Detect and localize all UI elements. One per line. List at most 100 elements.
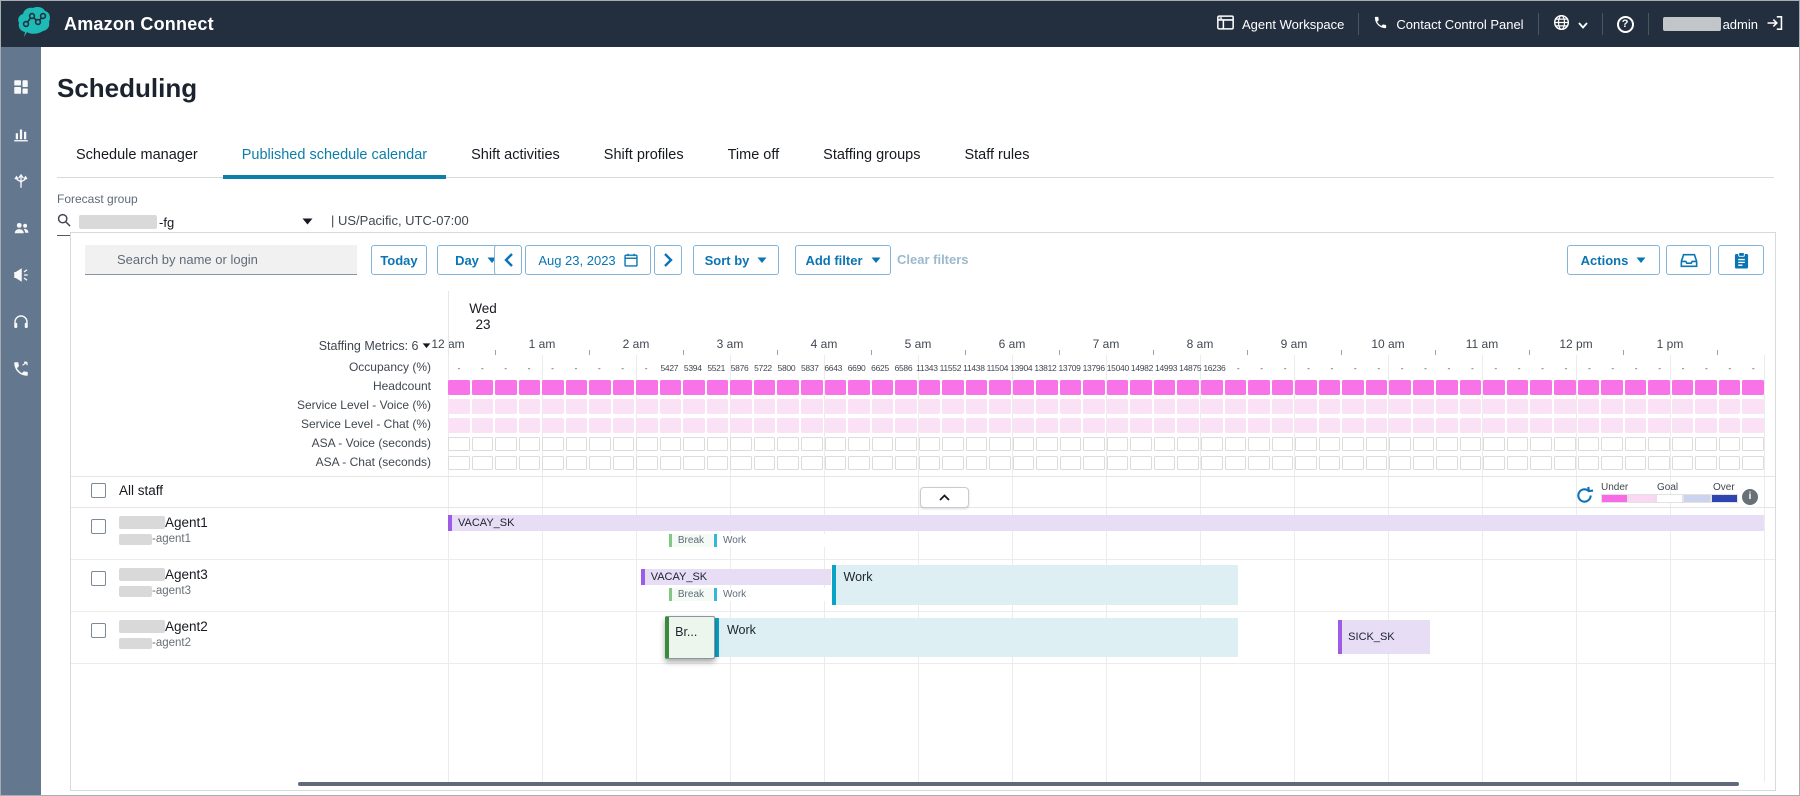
- headset-icon[interactable]: [11, 312, 31, 332]
- metric-cell: [1154, 399, 1176, 414]
- metric-cell: [989, 399, 1011, 414]
- tab-shift-activities[interactable]: Shift activities: [452, 147, 579, 177]
- dashboard-icon[interactable]: [11, 77, 31, 97]
- metric-row: Headcount: [71, 378, 1775, 397]
- hour-label: 8 am: [1187, 337, 1214, 351]
- search-input[interactable]: [85, 245, 357, 275]
- prev-day-button[interactable]: [494, 245, 522, 275]
- schedule-bar-work-mini[interactable]: Work: [714, 534, 832, 547]
- metric-cell: 11552: [940, 361, 962, 376]
- metric-cell: [1130, 380, 1152, 395]
- refresh-icon[interactable]: [1575, 486, 1595, 506]
- user-menu[interactable]: admin: [1663, 15, 1783, 34]
- metric-cell: [1319, 418, 1341, 433]
- schedule-bar-timeoff[interactable]: VACAY_SK: [641, 569, 831, 585]
- schedule-bar-work[interactable]: Work: [715, 618, 1238, 657]
- schedule-bar-break-selected[interactable]: Br...: [665, 616, 715, 659]
- metric-label: Headcount: [71, 378, 431, 395]
- language-selector[interactable]: [1553, 14, 1588, 34]
- metric-cell: [519, 437, 541, 451]
- metric-cell: [966, 399, 988, 414]
- tab-staff-rules[interactable]: Staff rules: [945, 147, 1048, 177]
- metric-cell: [1177, 418, 1199, 433]
- chevron-down-icon: [1578, 17, 1588, 32]
- tab-schedule-manager[interactable]: Schedule manager: [57, 147, 217, 177]
- metric-cell: [1083, 380, 1105, 395]
- metric-cell: [613, 437, 635, 451]
- sort-by-button[interactable]: Sort by: [693, 245, 779, 275]
- tab-published-schedule-calendar[interactable]: Published schedule calendar: [223, 147, 446, 177]
- metric-cell: [472, 456, 494, 470]
- agent-name-block: Agent1-agent1: [119, 515, 208, 545]
- staffing-metrics-toggle[interactable]: Staffing Metrics: 6: [71, 339, 431, 353]
- metric-cells: [448, 437, 1764, 451]
- metric-cell: [848, 456, 870, 470]
- agent-checkbox[interactable]: [91, 571, 106, 586]
- tab-time-off[interactable]: Time off: [709, 147, 799, 177]
- metric-cell: [1554, 418, 1576, 433]
- metric-cell: [1672, 437, 1694, 451]
- agent-checkbox[interactable]: [91, 623, 106, 638]
- calls-icon[interactable]: [11, 359, 31, 379]
- metric-cell: 13904: [1010, 361, 1032, 376]
- schedule-bar-timeoff[interactable]: SICK_SK: [1338, 620, 1430, 654]
- metric-cell: [1625, 380, 1647, 395]
- contact-control-panel-link[interactable]: Contact Control Panel: [1373, 15, 1523, 33]
- staffing-metrics-rows: Occupancy (%)---------542753945521587657…: [71, 359, 1775, 473]
- agent-workspace-link[interactable]: Agent Workspace: [1217, 15, 1344, 33]
- logout-icon[interactable]: [1766, 15, 1783, 34]
- date-picker-button[interactable]: Aug 23, 2023: [525, 245, 651, 275]
- metric-cell: [730, 456, 752, 470]
- horizontal-scrollbar[interactable]: [298, 782, 1739, 786]
- copy-schedule-button[interactable]: [1718, 245, 1764, 275]
- metric-cell: [542, 418, 564, 433]
- help-button[interactable]: ?: [1617, 16, 1634, 33]
- schedule-bar-work[interactable]: Work: [832, 565, 1238, 605]
- metric-cell: [801, 456, 823, 470]
- redacted-login-prefix: [119, 534, 152, 545]
- schedule-bar-break-mini[interactable]: Break: [669, 588, 713, 601]
- routing-icon[interactable]: [11, 171, 31, 191]
- clipboard-icon: [1734, 252, 1749, 269]
- metric-cell: [448, 418, 470, 433]
- half-hour-tick: [965, 350, 966, 355]
- schedule-bar-work-mini[interactable]: Work: [714, 588, 832, 601]
- clear-filters-button[interactable]: Clear filters: [897, 252, 969, 267]
- chevron-left-icon: [504, 253, 513, 267]
- metric-cell: [1436, 380, 1458, 395]
- metric-cell: 16236: [1203, 361, 1225, 376]
- day-number: 23: [447, 317, 519, 333]
- all-staff-checkbox[interactable]: [91, 483, 106, 498]
- collapse-metrics-button[interactable]: [920, 487, 969, 508]
- legend-swatch: [1628, 494, 1655, 503]
- caret-down-icon: [757, 257, 767, 264]
- tab-staffing-groups[interactable]: Staffing groups: [804, 147, 939, 177]
- actions-button[interactable]: Actions: [1567, 245, 1660, 275]
- metric-cell: [730, 418, 752, 433]
- info-icon[interactable]: i: [1742, 489, 1758, 505]
- staffing-legend: [1601, 494, 1738, 503]
- next-day-button[interactable]: [654, 245, 682, 275]
- announcements-icon[interactable]: [11, 265, 31, 285]
- metric-cell: -: [1602, 361, 1623, 376]
- metric-cell: [707, 380, 729, 395]
- users-icon[interactable]: [11, 218, 31, 238]
- schedule-bar-label: VACAY_SK: [645, 571, 707, 583]
- today-button[interactable]: Today: [371, 245, 427, 275]
- add-filter-button[interactable]: Add filter: [795, 245, 891, 275]
- schedule-bar-timeoff[interactable]: VACAY_SK: [448, 515, 1764, 531]
- agent-checkbox[interactable]: [91, 519, 106, 534]
- metric-cell: [1578, 418, 1600, 433]
- schedule-bar-break-mini[interactable]: Break: [669, 534, 713, 547]
- analytics-icon[interactable]: [11, 124, 31, 144]
- globe-icon: [1553, 14, 1570, 34]
- messages-button[interactable]: [1666, 245, 1711, 275]
- metric-cell: [707, 437, 729, 451]
- metric-cell: [942, 418, 964, 433]
- metric-cell: -: [542, 361, 563, 376]
- tab-shift-profiles[interactable]: Shift profiles: [585, 147, 703, 177]
- agent-row: Agent3-agent3WorkVACAY_SKBreakWork: [71, 560, 1775, 612]
- metric-cell: 6586: [893, 361, 914, 376]
- metric-cell: -: [612, 361, 633, 376]
- metric-cell: [754, 380, 776, 395]
